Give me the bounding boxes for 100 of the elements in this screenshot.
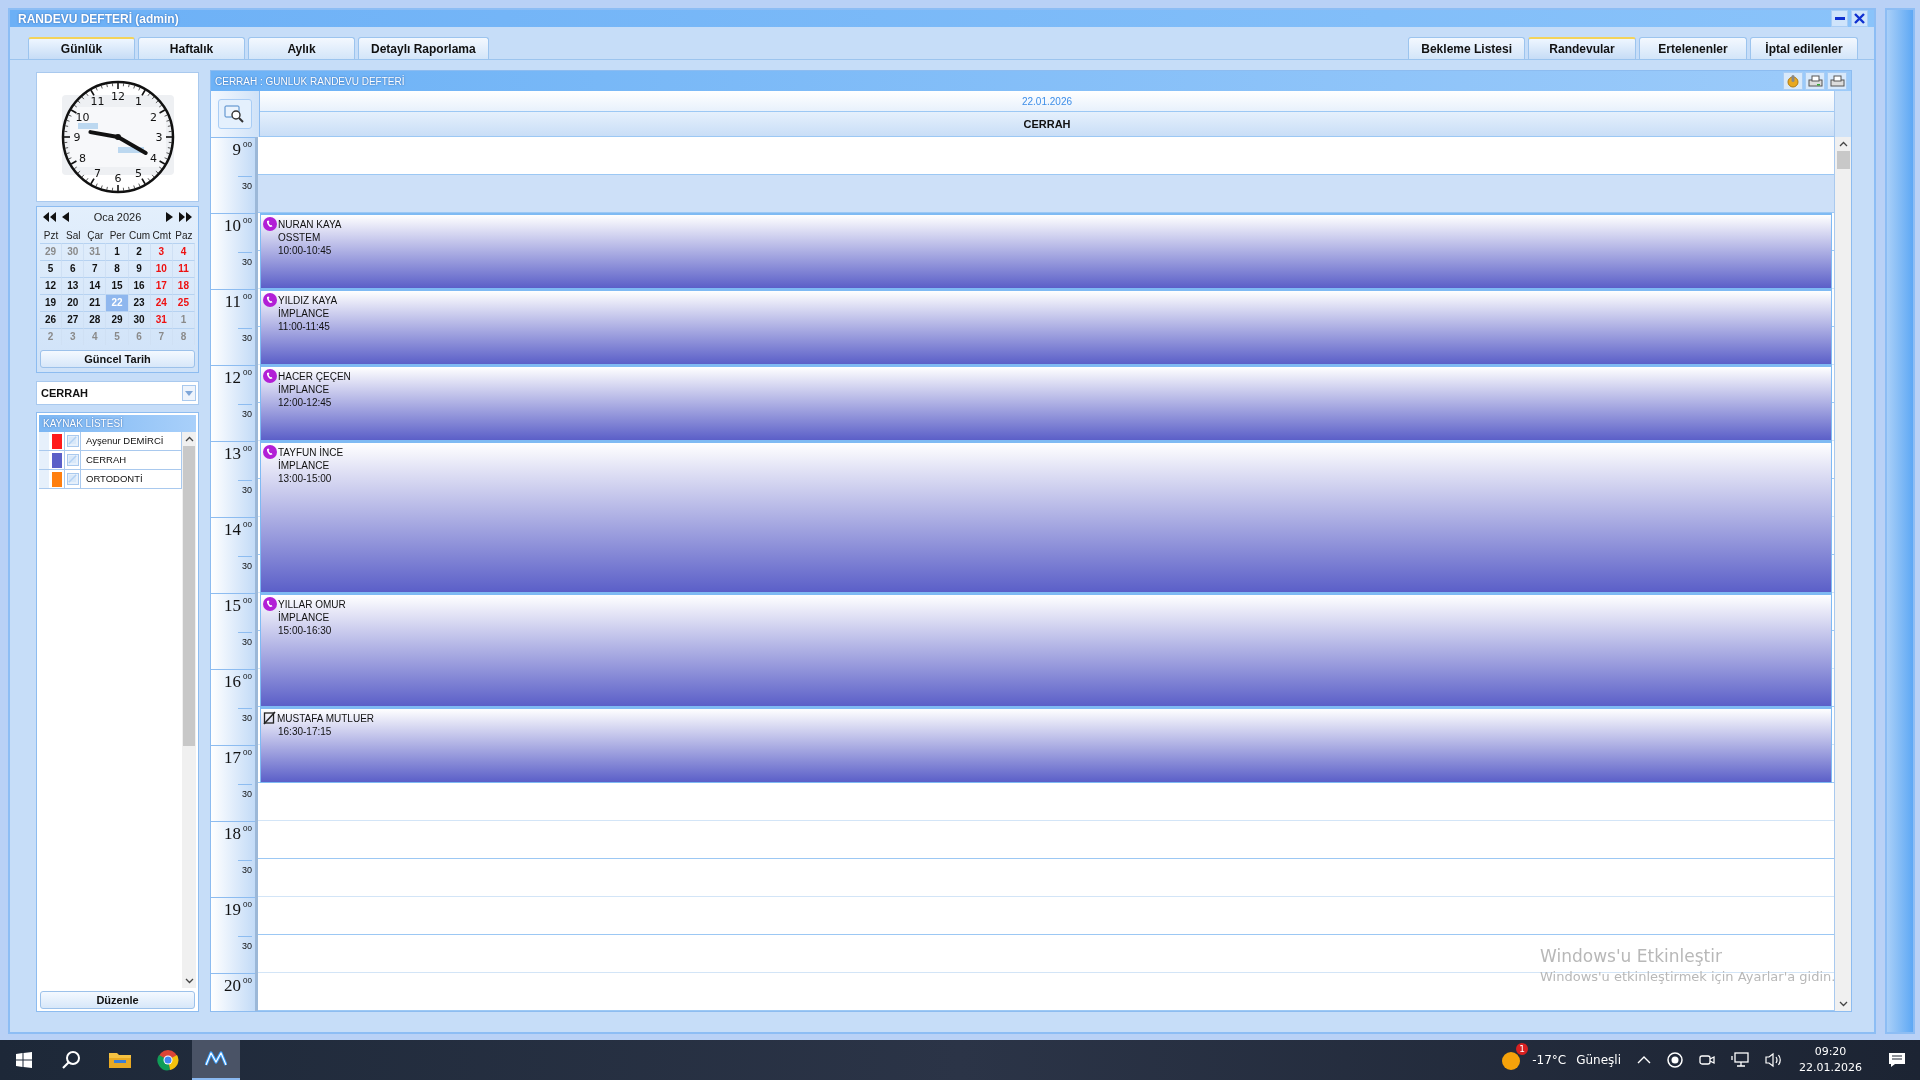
tab[interactable]: Bekleme Listesi: [1408, 37, 1525, 59]
calendar-day[interactable]: 24: [150, 294, 173, 311]
taskbar-app[interactable]: [192, 1040, 240, 1080]
appointment-card[interactable]: HACER ÇEÇEN İMPLANCE 12:00-12:45: [260, 365, 1832, 441]
calendar-day[interactable]: 29: [106, 311, 129, 328]
calendar-day[interactable]: 14: [84, 277, 107, 294]
print-button[interactable]: [1827, 72, 1847, 90]
minute-label: 30: [238, 631, 252, 669]
scrollbar[interactable]: [1835, 137, 1851, 1011]
tab[interactable]: İptal edilenler: [1750, 37, 1858, 59]
clock-numeral: 9: [73, 131, 80, 144]
tab[interactable]: Aylık: [248, 37, 355, 59]
windows-icon: [16, 1052, 32, 1068]
print-preview-button[interactable]: [1805, 72, 1825, 90]
patient-name: NURAN KAYA: [278, 217, 342, 231]
phone-icon: [263, 597, 277, 611]
patient-name: YILDIZ KAYA: [278, 293, 338, 307]
tab[interactable]: Randevular: [1528, 37, 1636, 59]
clock-numeral: 3: [155, 131, 162, 144]
minute-label: 00: [243, 672, 252, 681]
scrollbar-thumb[interactable]: [183, 446, 195, 746]
calendar-day[interactable]: 28: [84, 311, 107, 328]
notification-icon[interactable]: [1888, 1052, 1906, 1068]
appointment-card[interactable]: YILLAR OMUR İMPLANCE 15:00-16:30: [260, 593, 1832, 707]
resource-dropdown[interactable]: CERRAH: [36, 381, 199, 405]
appointment-time: 16:30-17:15: [278, 725, 333, 738]
minute-label: 30: [238, 555, 252, 593]
checkbox[interactable]: [66, 473, 79, 485]
printer-icon: [1807, 74, 1823, 88]
phone-icon: [263, 445, 277, 459]
tab[interactable]: Haftalık: [138, 37, 245, 59]
calendar-day[interactable]: 13: [62, 277, 85, 294]
calendar-day[interactable]: 19: [40, 294, 63, 311]
calendar-day[interactable]: 20: [62, 294, 85, 311]
calendar-day[interactable]: 25: [172, 294, 195, 311]
calendar-day[interactable]: 1: [106, 243, 129, 260]
weekday-label: Çar: [86, 229, 105, 243]
treatment-label: İMPLANCE: [278, 383, 331, 396]
weekday-label: Cum: [128, 229, 151, 243]
double-left-arrow-icon[interactable]: [43, 212, 56, 222]
calendar-day[interactable]: 4: [172, 243, 195, 260]
calendar-day[interactable]: 10: [150, 260, 173, 277]
calendar-day[interactable]: 16: [128, 277, 151, 294]
appointment-card[interactable]: NURAN KAYA OSSTEM 10:00-10:45: [260, 213, 1832, 289]
right-arrow-icon[interactable]: [166, 212, 173, 222]
calendar-day[interactable]: 31: [150, 311, 173, 328]
edit-button[interactable]: Düzenle: [40, 991, 195, 1009]
close-button[interactable]: [1851, 10, 1868, 27]
clock-numeral: 7: [93, 166, 101, 180]
calendar-day[interactable]: 27: [62, 311, 85, 328]
tab[interactable]: Günlük: [28, 37, 135, 59]
hour-label: 10: [224, 216, 242, 236]
hour-label: 18: [224, 824, 242, 844]
appointment-time: 10:00-10:45: [278, 244, 333, 257]
clock-date[interactable]: 22.01.2026: [1799, 1060, 1862, 1076]
appointment-card[interactable]: MUSTAFA MUTLUER 16:30-17:15: [260, 707, 1832, 783]
network-icon[interactable]: [1731, 1052, 1749, 1068]
double-right-arrow-icon[interactable]: [179, 212, 192, 222]
clock-time[interactable]: 09:20: [1814, 1044, 1847, 1060]
calendar-day[interactable]: 23: [128, 294, 151, 311]
search-button[interactable]: [218, 99, 252, 129]
appointment-card[interactable]: TAYFUN İNCE İMPLANCE 13:00-15:00: [260, 441, 1832, 593]
checkbox[interactable]: [66, 435, 79, 447]
calendar-day[interactable]: 9: [128, 260, 151, 277]
settings-button[interactable]: [1783, 72, 1803, 90]
calendar-day[interactable]: 2: [128, 243, 151, 260]
checkbox[interactable]: [66, 454, 79, 466]
calendar-day[interactable]: 11: [172, 260, 195, 277]
appointment-time: 13:00-15:00: [278, 472, 333, 485]
appointment-card[interactable]: YILDIZ KAYA İMPLANCE 11:00-11:45: [260, 289, 1832, 365]
today-button[interactable]: Güncel Tarih: [40, 350, 195, 368]
calendar-day[interactable]: 17: [150, 277, 173, 294]
scrollbar[interactable]: [182, 432, 196, 988]
minute-label: 30: [238, 251, 252, 289]
calendar-day[interactable]: 30: [128, 311, 151, 328]
hour-label: 20: [224, 976, 242, 996]
minute-label: 00: [243, 140, 252, 149]
calendar-day[interactable]: 8: [106, 260, 129, 277]
calendar-day[interactable]: 18: [172, 277, 195, 294]
patient-name: HACER ÇEÇEN: [278, 369, 351, 383]
tab[interactable]: Detaylı Raporlama: [358, 37, 489, 59]
calendar-day[interactable]: 7: [84, 260, 107, 277]
calendar-day[interactable]: 26: [40, 311, 63, 328]
left-arrow-icon[interactable]: [62, 212, 69, 222]
camera-icon[interactable]: [1699, 1052, 1715, 1068]
volume-icon[interactable]: [1765, 1052, 1783, 1068]
record-icon[interactable]: [1667, 1052, 1683, 1068]
close-icon: [1854, 13, 1865, 24]
hour-label: 15: [224, 596, 242, 616]
clock-numeral: 10: [75, 110, 89, 124]
scrollbar-thumb[interactable]: [1836, 151, 1850, 169]
tab[interactable]: Ertelenenler: [1639, 37, 1747, 59]
clock-numeral: 2: [149, 110, 157, 124]
minute-label: 00: [243, 216, 252, 225]
calendar-day[interactable]: 6: [62, 260, 85, 277]
minimize-button[interactable]: [1831, 10, 1848, 27]
chevron-up-icon[interactable]: [1637, 1056, 1651, 1064]
calendar-day[interactable]: 5: [40, 260, 63, 277]
calendar-day[interactable]: 12: [40, 277, 63, 294]
calendar-day[interactable]: 3: [150, 243, 173, 260]
